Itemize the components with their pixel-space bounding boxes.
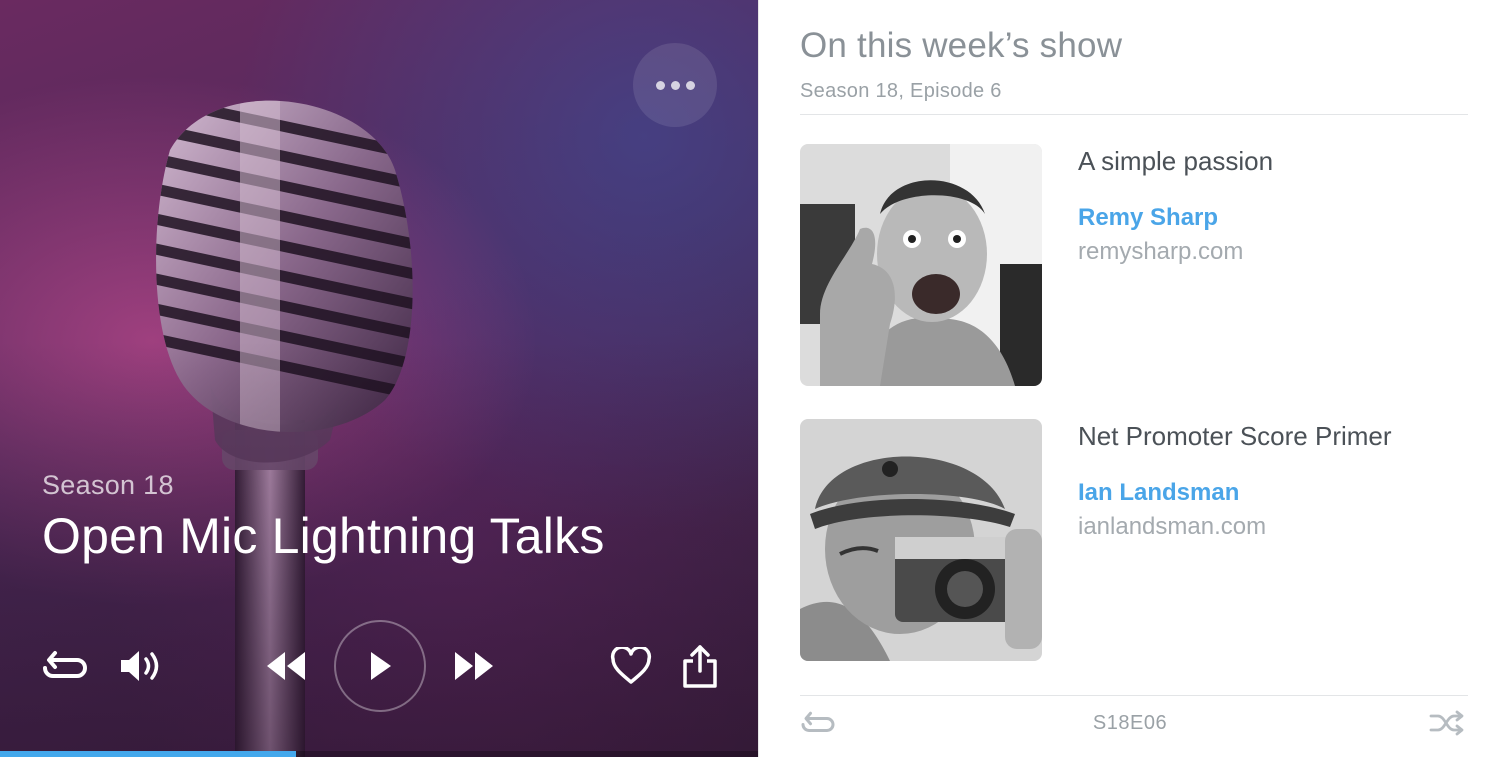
talk-info: Net Promoter Score Primer Ian Landsman i… (1078, 421, 1392, 541)
panel-title: On this week’s show (800, 26, 1123, 65)
fast-forward-button[interactable] (452, 648, 498, 684)
repeat-icon (43, 651, 88, 678)
talk-item[interactable]: Net Promoter Score Primer Ian Landsman i… (800, 419, 1468, 661)
player-panel: Season 18 Open Mic Lightning Talks (0, 0, 758, 757)
heart-icon (610, 647, 652, 684)
repeat-button[interactable] (40, 646, 90, 686)
talk-item[interactable]: A simple passion Remy Sharp remysharp.co… (800, 144, 1468, 386)
more-options-icon (655, 80, 665, 90)
talk-title: Net Promoter Score Primer (1078, 421, 1392, 451)
rewind-button[interactable] (262, 648, 308, 684)
panel-subtitle: Season 18, Episode 6 (800, 80, 1002, 102)
shuffle-icon (1429, 710, 1464, 736)
speaker-photo (800, 419, 1042, 661)
episode-title: Open Mic Lightning Talks (42, 508, 605, 564)
panel-footer: S18E06 (759, 697, 1500, 757)
speaker-site-link[interactable]: remysharp.com (1078, 238, 1273, 266)
footer-divider (800, 695, 1468, 696)
rewind-icon (267, 652, 305, 680)
fast-forward-icon (455, 652, 493, 680)
talk-title: A simple passion (1078, 146, 1274, 176)
player-controls (0, 620, 758, 712)
speaker-photo (800, 144, 1042, 386)
share-icon (683, 645, 717, 688)
share-button[interactable] (680, 642, 720, 690)
progress-bar[interactable] (0, 751, 758, 757)
speaker-site-link[interactable]: ianlandsman.com (1078, 513, 1392, 541)
panel-header: On this week’s show Season 18, Episode 6 (800, 26, 1122, 103)
more-options-button[interactable] (633, 43, 717, 127)
season-label: Season 18 (42, 470, 174, 500)
volume-button[interactable] (118, 646, 164, 686)
episode-code: S18E06 (1092, 712, 1168, 734)
play-button[interactable] (334, 620, 426, 712)
play-icon (371, 652, 391, 680)
talk-info: A simple passion Remy Sharp remysharp.co… (1078, 146, 1273, 266)
speaker-name-link[interactable]: Ian Landsman (1078, 479, 1392, 507)
episode-panel: On this week’s show Season 18, Episode 6… (758, 0, 1500, 757)
header-divider (800, 114, 1468, 115)
progress-fill (0, 751, 296, 757)
speaker-name-link[interactable]: Remy Sharp (1078, 204, 1273, 232)
like-button[interactable] (608, 644, 654, 688)
episode-meta: Season 18 Open Mic Lightning Talks (42, 470, 605, 565)
volume-icon (121, 651, 159, 681)
shuffle-button[interactable] (1429, 710, 1465, 741)
